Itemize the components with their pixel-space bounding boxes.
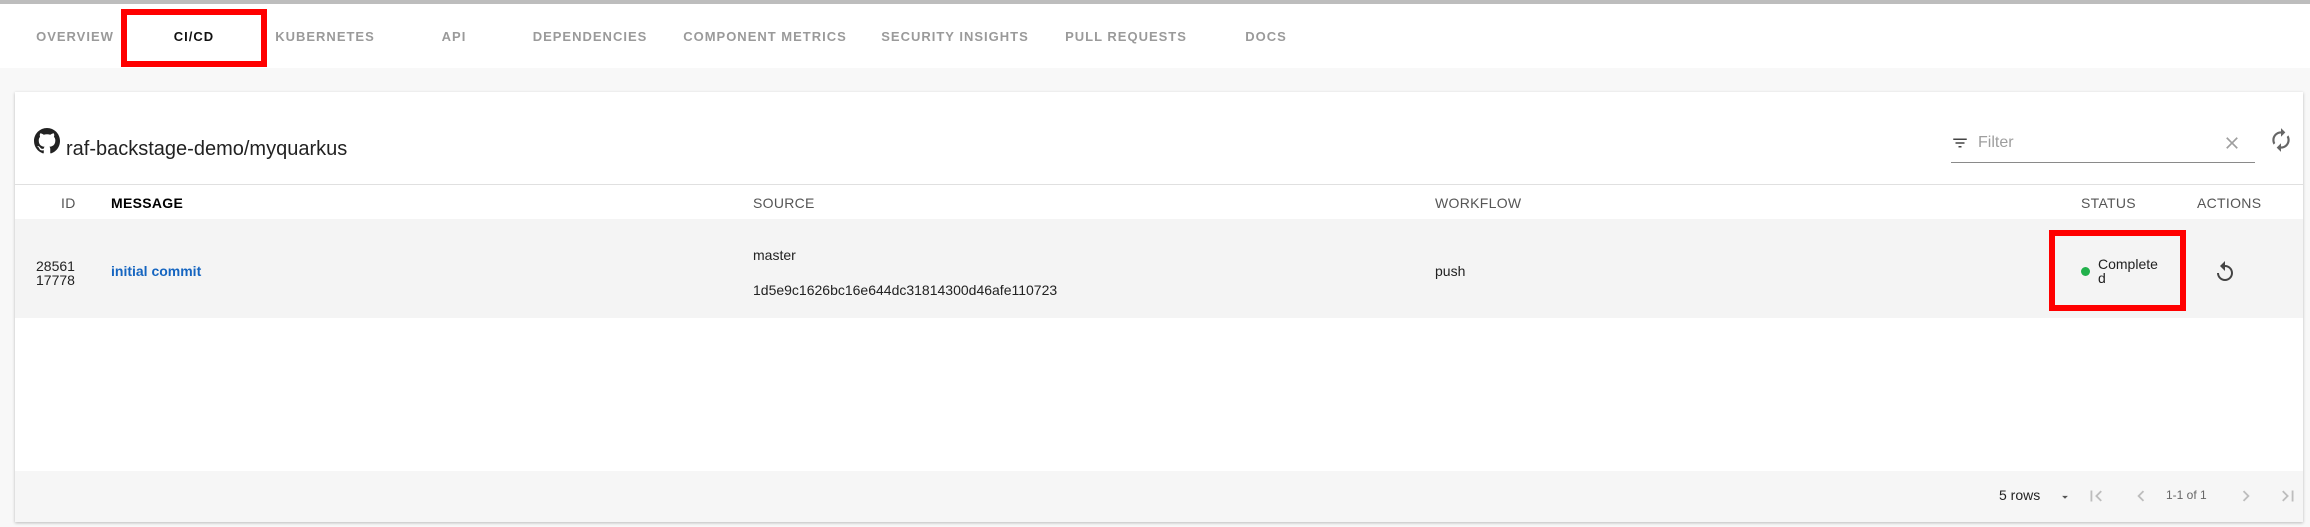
- commit-message-link[interactable]: initial commit: [111, 263, 201, 279]
- column-header-actions: ACTIONS: [2197, 195, 2262, 211]
- column-header-id[interactable]: ID: [61, 195, 76, 211]
- previous-page-icon[interactable]: [2130, 485, 2152, 507]
- active-tab-indicator: [134, 62, 254, 65]
- tab-dependencies[interactable]: DEPENDENCIES: [530, 8, 650, 64]
- table-pagination: 5 rows 1-1 of 1: [15, 471, 2303, 522]
- workflow-runs-card: raf-backstage-demo/myquarkus ID MESSAGE …: [15, 92, 2303, 522]
- filter-field[interactable]: [1951, 126, 2255, 163]
- github-icon: [34, 128, 60, 154]
- column-header-message[interactable]: MESSAGE: [111, 195, 183, 211]
- replay-icon[interactable]: [2213, 260, 2237, 284]
- rows-per-page-select[interactable]: 5 rows: [1999, 487, 2040, 503]
- table-row: 2856117778 initial commit master 1d5e9c1…: [15, 219, 2303, 318]
- tab-component-metrics[interactable]: COMPONENT METRICS: [683, 8, 846, 64]
- tab-bar: OVERVIEW CI/CD KUBERNETES API DEPENDENCI…: [0, 4, 2310, 68]
- refresh-icon[interactable]: [2268, 127, 2294, 153]
- last-page-icon[interactable]: [2277, 485, 2299, 507]
- run-id: 2856117778: [36, 258, 75, 288]
- first-page-icon[interactable]: [2085, 485, 2107, 507]
- chevron-down-icon[interactable]: [2058, 490, 2072, 504]
- filter-input[interactable]: [1978, 130, 2198, 156]
- status-text: Completed: [2098, 256, 2158, 286]
- column-header-workflow[interactable]: WORKFLOW: [1435, 195, 1521, 211]
- tab-cicd[interactable]: CI/CD: [134, 8, 254, 64]
- status-success-dot: [2081, 267, 2090, 276]
- column-header-status[interactable]: STATUS: [2081, 195, 2136, 211]
- page-range: 1-1 of 1: [2166, 488, 2207, 502]
- tab-api[interactable]: API: [430, 8, 478, 64]
- source-branch: master: [753, 247, 796, 263]
- close-icon[interactable]: [2222, 133, 2242, 153]
- tab-overview[interactable]: OVERVIEW: [36, 8, 114, 64]
- filter-icon: [1953, 138, 1967, 148]
- tab-docs[interactable]: DOCS: [1232, 8, 1300, 64]
- tab-kubernetes[interactable]: KUBERNETES: [270, 8, 380, 64]
- workflow-name: push: [1435, 263, 1466, 279]
- repository-title: raf-backstage-demo/myquarkus: [66, 138, 348, 160]
- commit-sha: 1d5e9c1626bc16e644dc31814300d46afe110723: [753, 282, 1058, 298]
- tab-security-insights[interactable]: SECURITY INSIGHTS: [881, 8, 1028, 64]
- table-header: ID MESSAGE SOURCE WORKFLOW STATUS ACTION…: [15, 184, 2303, 221]
- next-page-icon[interactable]: [2235, 485, 2257, 507]
- tab-pull-requests[interactable]: PULL REQUESTS: [1065, 8, 1186, 64]
- column-header-source[interactable]: SOURCE: [753, 195, 815, 211]
